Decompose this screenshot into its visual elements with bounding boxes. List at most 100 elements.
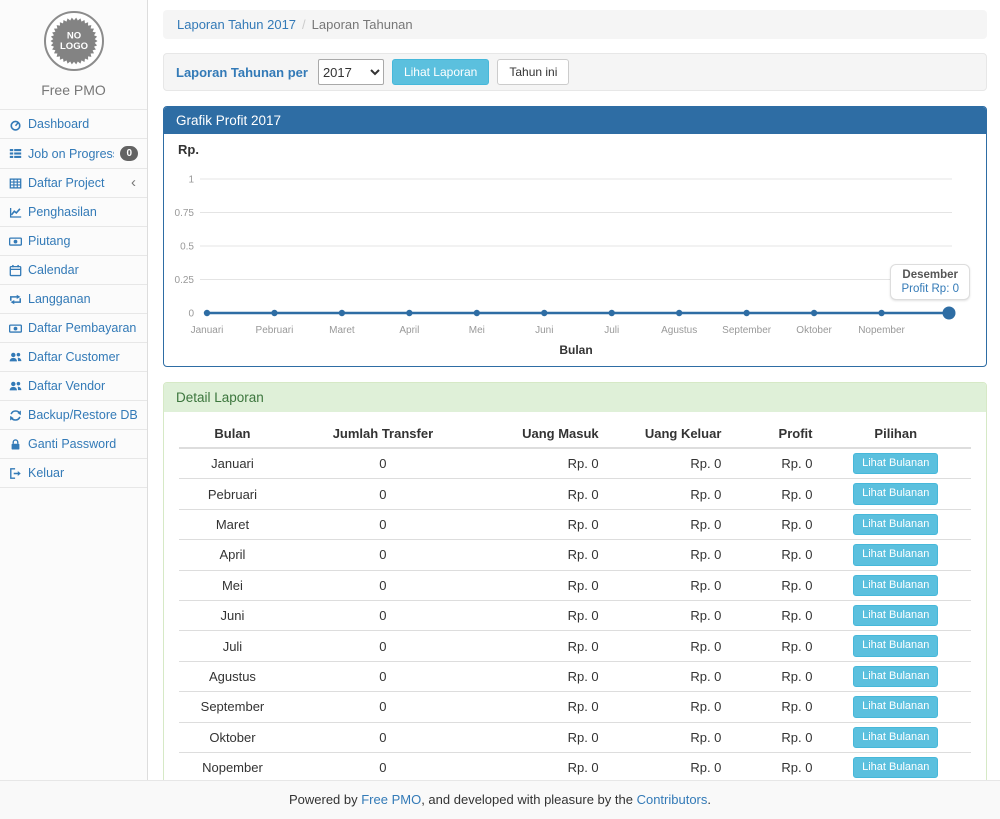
cell-jumlah_transfer: 0 bbox=[286, 479, 480, 509]
count-badge: 0 bbox=[120, 146, 138, 161]
detail-table: BulanJumlah TransferUang MasukUang Kelua… bbox=[179, 420, 971, 780]
retweet-icon bbox=[9, 293, 22, 306]
report-controls: Laporan Tahunan per 2017 Lihat Laporan T… bbox=[163, 53, 987, 91]
svg-text:Agustus: Agustus bbox=[661, 325, 697, 336]
cell-pilihan: Lihat Bulanan bbox=[820, 752, 971, 780]
table-row: Juli0Rp. 0Rp. 0Rp. 0Lihat Bulanan bbox=[179, 631, 971, 661]
sidebar-item-label: Penghasilan bbox=[28, 205, 138, 219]
cell-uang_masuk: Rp. 0 bbox=[480, 722, 607, 752]
sidebar-item-label: Job on Progress bbox=[28, 147, 114, 161]
sidebar-item-label: Daftar Vendor bbox=[28, 379, 138, 393]
svg-text:Maret: Maret bbox=[329, 325, 355, 336]
sidebar-item-job-on-progress[interactable]: Job on Progress 0 bbox=[0, 139, 147, 169]
lihat-bulanan-button[interactable]: Lihat Bulanan bbox=[853, 544, 938, 565]
cell-jumlah_transfer: 0 bbox=[286, 448, 480, 479]
svg-text:April: April bbox=[399, 325, 419, 336]
cell-profit: Rp. 0 bbox=[729, 479, 820, 509]
sidebar-item-daftar-customer[interactable]: Daftar Customer bbox=[0, 343, 147, 372]
sidebar-item-daftar-vendor[interactable]: Daftar Vendor bbox=[0, 372, 147, 401]
svg-text:Mei: Mei bbox=[469, 325, 485, 336]
lihat-laporan-button[interactable]: Lihat Laporan bbox=[392, 59, 489, 86]
cell-uang_masuk: Rp. 0 bbox=[480, 661, 607, 691]
column-header-uang-keluar: Uang Keluar bbox=[607, 420, 730, 448]
no-logo-badge: NOLOGO bbox=[43, 10, 105, 72]
breadcrumb-link[interactable]: Laporan Tahun 2017 bbox=[177, 17, 296, 32]
sidebar-item-label: Daftar Pembayaran bbox=[28, 321, 138, 335]
money-icon bbox=[9, 235, 22, 248]
svg-text:Juni: Juni bbox=[535, 325, 553, 336]
cell-uang_keluar: Rp. 0 bbox=[607, 600, 730, 630]
refresh-icon bbox=[9, 409, 22, 422]
lihat-bulanan-button[interactable]: Lihat Bulanan bbox=[853, 666, 938, 687]
tahun-ini-button[interactable]: Tahun ini bbox=[497, 59, 569, 86]
cell-pilihan: Lihat Bulanan bbox=[820, 540, 971, 570]
lihat-bulanan-button[interactable]: Lihat Bulanan bbox=[853, 757, 938, 778]
sidebar-item-daftar-pembayaran[interactable]: Daftar Pembayaran bbox=[0, 314, 147, 343]
cell-uang_keluar: Rp. 0 bbox=[607, 752, 730, 780]
cell-bulan: Agustus bbox=[179, 661, 286, 691]
year-select[interactable]: 2017 bbox=[318, 59, 384, 85]
cell-uang_keluar: Rp. 0 bbox=[607, 540, 730, 570]
sidebar-item-penghasilan[interactable]: Penghasilan bbox=[0, 198, 147, 227]
svg-text:0.5: 0.5 bbox=[180, 242, 194, 253]
line-chart-icon bbox=[9, 206, 22, 219]
cell-uang_masuk: Rp. 0 bbox=[480, 540, 607, 570]
brand-name: Free PMO bbox=[0, 82, 147, 98]
cell-bulan: September bbox=[179, 692, 286, 722]
table-row: Agustus0Rp. 0Rp. 0Rp. 0Lihat Bulanan bbox=[179, 661, 971, 691]
lihat-bulanan-button[interactable]: Lihat Bulanan bbox=[853, 575, 938, 596]
cell-profit: Rp. 0 bbox=[729, 448, 820, 479]
lihat-bulanan-button[interactable]: Lihat Bulanan bbox=[853, 696, 938, 717]
table-row: September0Rp. 0Rp. 0Rp. 0Lihat Bulanan bbox=[179, 692, 971, 722]
lock-icon bbox=[9, 438, 22, 451]
column-header-profit: Profit bbox=[729, 420, 820, 448]
lihat-bulanan-button[interactable]: Lihat Bulanan bbox=[853, 514, 938, 535]
free-pmo-link[interactable]: Free PMO bbox=[361, 792, 421, 807]
brand: NOLOGO Free PMO bbox=[0, 0, 147, 110]
breadcrumb-current: Laporan Tahunan bbox=[312, 17, 413, 32]
svg-text:0: 0 bbox=[188, 309, 194, 320]
sidebar-item-label: Keluar bbox=[28, 466, 138, 480]
cell-profit: Rp. 0 bbox=[729, 692, 820, 722]
footer-text: Powered by bbox=[289, 792, 361, 807]
sidebar-item-label: Piutang bbox=[28, 234, 138, 248]
table-row: Pebruari0Rp. 0Rp. 0Rp. 0Lihat Bulanan bbox=[179, 479, 971, 509]
sidebar-item-piutang[interactable]: Piutang bbox=[0, 227, 147, 256]
chevron-left-icon: ‹ bbox=[131, 178, 138, 188]
contributors-link[interactable]: Contributors bbox=[637, 792, 708, 807]
calendar-icon bbox=[9, 264, 22, 277]
lihat-bulanan-button[interactable]: Lihat Bulanan bbox=[853, 635, 938, 656]
cell-bulan: Juli bbox=[179, 631, 286, 661]
table-row: Nopember0Rp. 0Rp. 0Rp. 0Lihat Bulanan bbox=[179, 752, 971, 780]
cell-jumlah_transfer: 0 bbox=[286, 692, 480, 722]
lihat-bulanan-button[interactable]: Lihat Bulanan bbox=[853, 605, 938, 626]
sidebar: NOLOGO Free PMO DashboardJob on Progress… bbox=[0, 0, 148, 780]
main-content: Laporan Tahun 2017 / Laporan Tahunan Lapor… bbox=[148, 0, 1000, 780]
cell-uang_keluar: Rp. 0 bbox=[607, 692, 730, 722]
sidebar-item-keluar[interactable]: Keluar bbox=[0, 459, 147, 488]
profit-chart-panel: Grafik Profit 2017 Rp. 10.750.50.250Janu… bbox=[163, 106, 987, 367]
chart-panel-title: Grafik Profit 2017 bbox=[164, 107, 986, 134]
sidebar-item-calendar[interactable]: Calendar bbox=[0, 256, 147, 285]
svg-text:1: 1 bbox=[188, 175, 194, 186]
cell-bulan: Januari bbox=[179, 448, 286, 479]
breadcrumb-separator: / bbox=[302, 17, 306, 32]
cell-bulan: Nopember bbox=[179, 752, 286, 780]
table-header-row: BulanJumlah TransferUang MasukUang Kelua… bbox=[179, 420, 971, 448]
sidebar-item-dashboard[interactable]: Dashboard bbox=[0, 110, 147, 139]
cell-profit: Rp. 0 bbox=[729, 540, 820, 570]
sidebar-item-label: Calendar bbox=[28, 263, 138, 277]
sidebar-item-langganan[interactable]: Langganan bbox=[0, 285, 147, 314]
column-header-pilihan: Pilihan bbox=[820, 420, 971, 448]
sidebar-item-ganti-password[interactable]: Ganti Password bbox=[0, 430, 147, 459]
sidebar-item-daftar-project[interactable]: Daftar Project‹ bbox=[0, 169, 147, 198]
footer: Powered by Free PMO, and developed with … bbox=[0, 780, 1000, 819]
lihat-bulanan-button[interactable]: Lihat Bulanan bbox=[853, 453, 938, 474]
lihat-bulanan-button[interactable]: Lihat Bulanan bbox=[853, 727, 938, 748]
sidebar-item-backup-restore-db[interactable]: Backup/Restore DB bbox=[0, 401, 147, 430]
cell-bulan: April bbox=[179, 540, 286, 570]
cell-jumlah_transfer: 0 bbox=[286, 661, 480, 691]
lihat-bulanan-button[interactable]: Lihat Bulanan bbox=[853, 483, 938, 504]
cell-uang_keluar: Rp. 0 bbox=[607, 661, 730, 691]
svg-text:Pebruari: Pebruari bbox=[256, 325, 294, 336]
